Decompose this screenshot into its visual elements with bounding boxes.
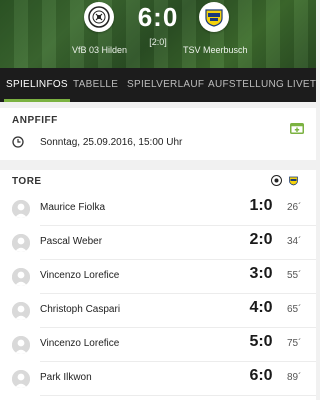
goal-row[interactable]: Christoph Caspari 4:0 65´ [0,294,316,328]
player-avatar-icon [12,268,30,286]
away-team-crest-icon[interactable] [199,2,229,32]
home-team-name[interactable]: VfB 03 Hilden [72,45,127,55]
goal-scorer: Pascal Weber [40,236,103,247]
goal-row[interactable]: Vincenzo Lorefice 5:0 75´ [0,328,316,362]
goal-scorer: Vincenzo Lorefice [40,338,120,349]
goal-scorer: Vincenzo Lorefice [40,270,120,281]
goal-minute: 89´ [287,372,302,383]
player-avatar-icon [12,370,30,388]
player-avatar-icon [12,234,30,252]
goal-scorer: Park Ilkwon [40,372,92,383]
player-avatar-icon [12,336,30,354]
row-divider [40,395,316,396]
goal-score: 3:0 [249,265,273,282]
goal-minute: 75´ [287,338,302,349]
goal-row[interactable]: Vincenzo Lorefice 3:0 55´ [0,260,316,294]
goal-row[interactable]: Maurice Fiolka 1:0 26´ [0,192,316,226]
player-avatar-icon [12,302,30,320]
goal-score: 6:0 [249,367,273,384]
away-team-mini-crest-icon [287,174,300,187]
goal-row[interactable]: Park Ilkwon 6:0 89´ [0,362,316,396]
goal-row[interactable]: Pascal Weber 2:0 34´ [0,226,316,260]
goal-scorer: Maurice Fiolka [40,202,106,213]
goals-card: TORE Maurice Fiolka 1:0 26´ Pascal Weber… [0,170,316,400]
tab-aufstellung[interactable]: AUFSTELLUNG [208,68,284,102]
goal-score: 5:0 [249,333,273,350]
goal-score: 4:0 [249,299,273,316]
tab-spielverlauf[interactable]: SPIELVERLAUF [127,68,204,102]
goal-scorer: Christoph Caspari [40,304,121,315]
halftime-score: [2:0] [149,37,167,47]
player-avatar-icon [12,200,30,218]
kickoff-card: ANPFIFF Sonntag, 25.09.2016, 15:00 Uhr [0,108,316,160]
clock-icon [12,136,24,148]
goal-minute: 65´ [287,304,302,315]
goals-title: TORE [12,176,42,187]
kickoff-title: ANPFIFF [12,115,58,126]
away-team-name[interactable]: TSV Meerbusch [183,45,248,55]
kickoff-datetime: Sonntag, 25.09.2016, 15:00 Uhr [40,137,183,148]
goal-minute: 55´ [287,270,302,281]
add-to-calendar-icon[interactable] [290,122,304,134]
goal-score: 2:0 [249,231,273,248]
match-header: 6:0 [2:0] VfB 03 Hilden TSV Meerbusch [0,0,316,68]
tab-bar: SPIELINFOS TABELLE SPIELVERLAUF AUFSTELL… [0,68,316,102]
tab-liveticker[interactable]: LIVETI [287,68,316,102]
goal-minute: 26´ [287,202,302,213]
tab-tabelle[interactable]: TABELLE [73,68,118,102]
goal-minute: 34´ [287,236,302,247]
home-team-mini-crest-icon [270,174,283,187]
goal-score: 1:0 [249,197,273,214]
final-score: 6:0 [137,2,179,32]
tab-spielinfos[interactable]: SPIELINFOS [4,68,70,102]
